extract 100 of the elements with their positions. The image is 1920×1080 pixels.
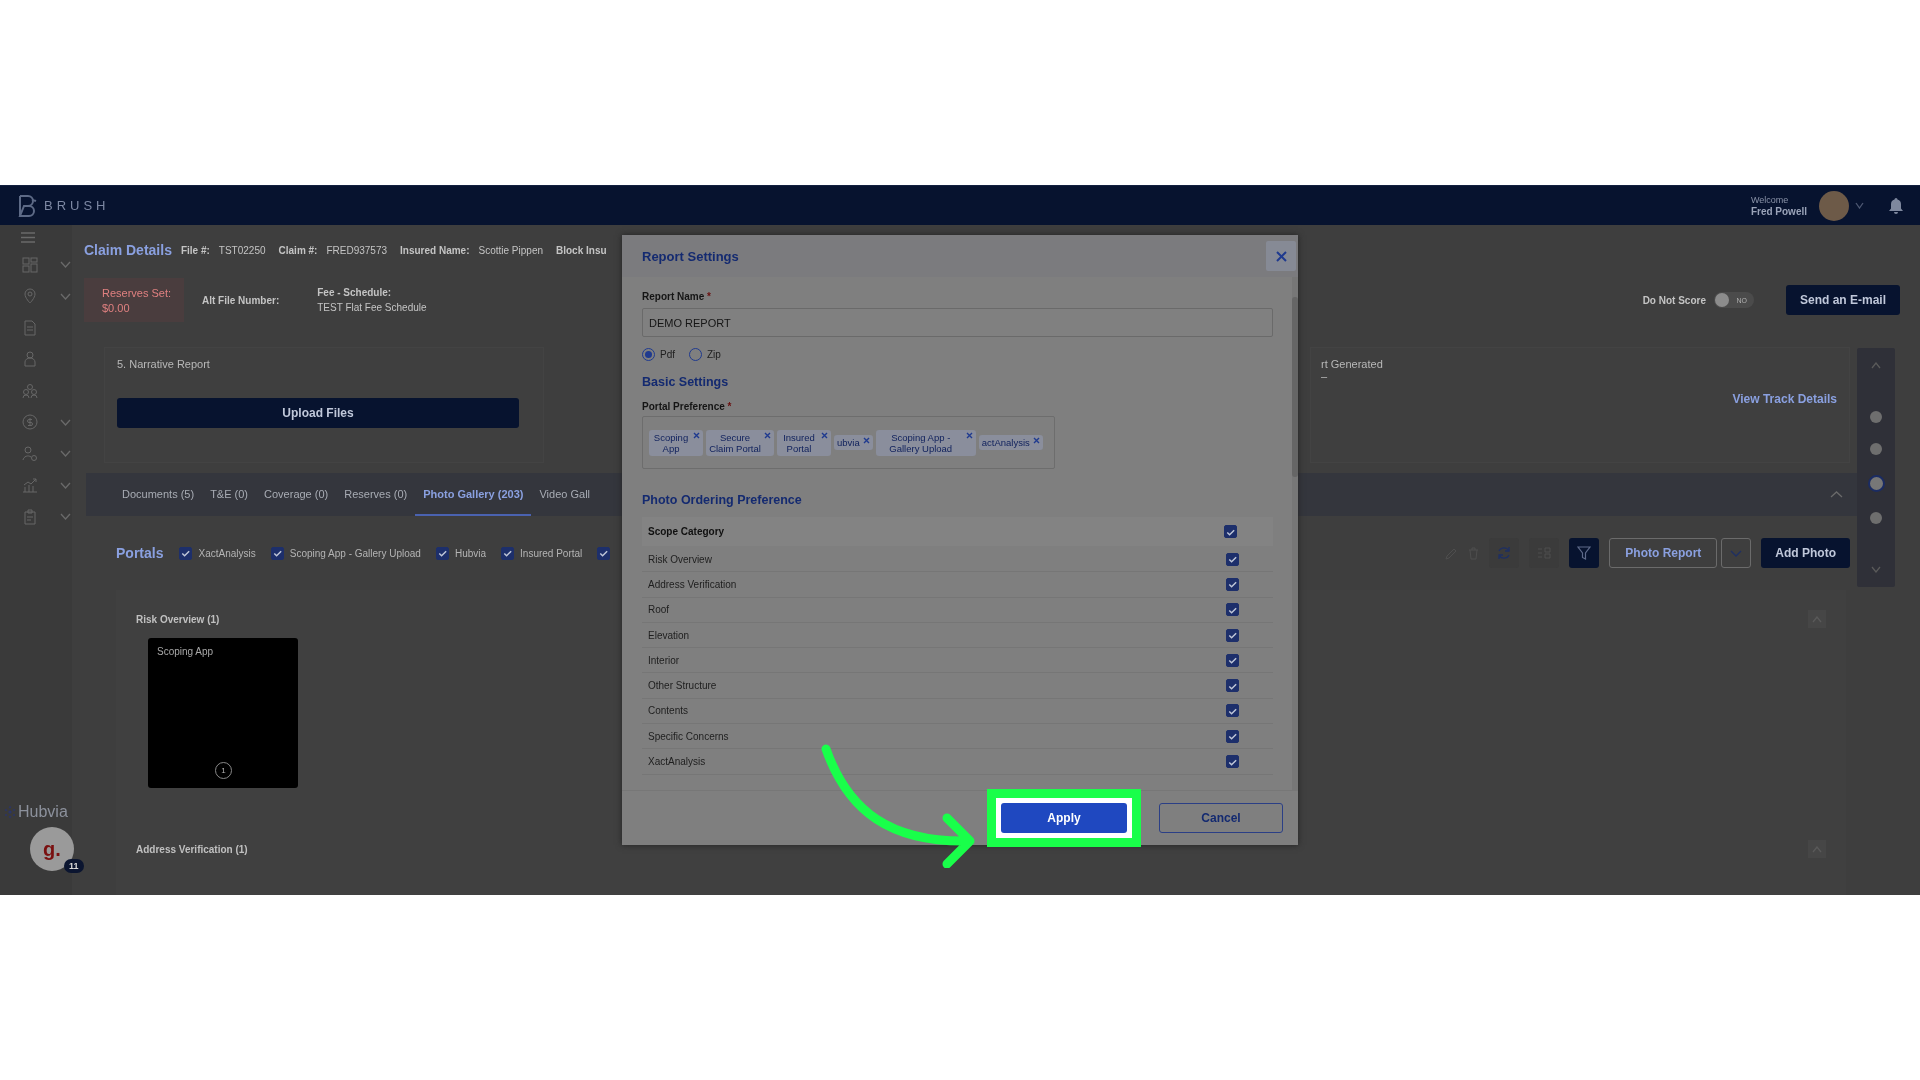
field-value: TEST Flat Fee Schedule — [317, 302, 427, 313]
user-avatar[interactable] — [1819, 190, 1849, 221]
tag: ubvia — [834, 435, 873, 450]
field-label: Block Insu — [556, 244, 607, 256]
nav-dot[interactable] — [1870, 443, 1882, 455]
document-icon[interactable] — [22, 319, 38, 336]
close-icon — [1275, 250, 1287, 262]
filter-icon — [1577, 546, 1592, 560]
add-photo-button[interactable]: Add Photo — [1761, 538, 1850, 568]
checkbox[interactable] — [1226, 577, 1239, 591]
toggle-label: Do Not Score — [1642, 294, 1706, 306]
tab[interactable]: Reserves (0) — [336, 473, 416, 516]
remove-icon[interactable] — [764, 431, 771, 439]
nav-dot[interactable] — [1870, 411, 1882, 423]
field-value: TST02250 — [218, 244, 266, 256]
list-item: XactAnalysis — [648, 756, 706, 767]
apply-button[interactable]: Apply — [1001, 803, 1127, 833]
field-label: Insured Name: — [400, 244, 470, 256]
checkbox[interactable] — [1226, 679, 1239, 693]
upload-button[interactable]: Upload Files — [117, 398, 519, 428]
checkbox[interactable] — [501, 546, 515, 560]
notification-badge: 11 — [64, 859, 84, 873]
checkbox-label: Insured Portal — [520, 547, 583, 559]
tag-field[interactable]: Scoping App Secure Claim Portal Insured Portal ubvia Scoping App - Gallery Upload actAnalysis — [642, 416, 1055, 469]
chevron-up-icon[interactable] — [1830, 491, 1843, 498]
checkbox[interactable] — [1226, 755, 1239, 768]
list-item: Interior — [648, 654, 680, 666]
scrollbar[interactable] — [1292, 277, 1298, 790]
checkbox[interactable] — [1226, 603, 1239, 617]
cancel-button[interactable]: Cancel — [1159, 803, 1283, 833]
tag: Scoping App — [649, 429, 703, 456]
tab[interactable]: Coverage (0) — [256, 473, 337, 516]
checkbox[interactable] — [435, 546, 449, 560]
tab[interactable]: Documents (5) — [114, 473, 203, 516]
dollar-icon[interactable] — [22, 414, 38, 431]
tab[interactable]: T&E (0) — [202, 473, 257, 516]
field-label: Portal Preference * — [642, 401, 733, 412]
user-settings-icon[interactable] — [22, 445, 38, 462]
chevron-down-icon[interactable] — [60, 481, 71, 489]
remove-icon[interactable] — [821, 431, 828, 439]
list-item: Elevation — [648, 629, 690, 641]
remove-icon[interactable] — [965, 431, 973, 439]
chevron-down-icon[interactable] — [60, 261, 71, 269]
remove-icon[interactable] — [862, 437, 870, 444]
radio-option[interactable]: Pdf — [642, 348, 675, 361]
filter-button[interactable] — [1569, 538, 1600, 568]
chevron-down-icon[interactable] — [1871, 566, 1881, 573]
tag: Scoping App - Gallery Upload — [875, 429, 976, 456]
bell-icon[interactable] — [1888, 197, 1904, 214]
photo-report-button[interactable]: Photo Report — [1609, 538, 1718, 568]
status-label: rt Generated — [1321, 358, 1383, 370]
field-label: Report Name * — [642, 291, 712, 302]
checkbox[interactable] — [597, 546, 611, 560]
remove-icon[interactable] — [693, 431, 700, 439]
checkbox[interactable] — [1224, 525, 1237, 538]
chevron-down-icon[interactable] — [60, 292, 71, 300]
chart-icon[interactable] — [22, 477, 38, 494]
nav-dot[interactable] — [1867, 475, 1885, 492]
clipboard-icon[interactable] — [22, 508, 38, 525]
dropdown-button[interactable] — [1721, 538, 1752, 568]
logo-icon — [18, 194, 38, 217]
checkbox[interactable] — [1226, 653, 1239, 667]
checkbox[interactable] — [1226, 552, 1239, 566]
chevron-down-icon[interactable] — [60, 418, 71, 426]
collapse-button[interactable] — [1808, 610, 1826, 628]
track-details-link[interactable]: View Track Details — [1732, 392, 1837, 406]
field-value: Scottie Pippen — [478, 244, 543, 256]
dialog-title: Report Settings — [642, 248, 739, 264]
chevron-down-icon[interactable] — [60, 513, 71, 521]
close-button[interactable] — [1266, 241, 1296, 271]
section-title: Basic Settings — [642, 375, 730, 389]
person-icon[interactable] — [22, 351, 38, 368]
checkbox-label: XactAnalysis — [198, 547, 256, 559]
chevron-up-icon[interactable] — [1871, 362, 1881, 369]
remove-icon[interactable] — [1032, 437, 1040, 444]
checkbox[interactable] — [1226, 729, 1239, 743]
tab[interactable]: Photo Gallery (203) — [415, 473, 532, 516]
chevron-down-icon[interactable] — [1855, 202, 1864, 209]
checkbox[interactable] — [1226, 628, 1239, 642]
welcome-text: Welcome — [1750, 194, 1790, 206]
checkbox[interactable] — [179, 546, 193, 560]
location-pin-icon[interactable] — [22, 288, 38, 305]
checkbox[interactable] — [270, 546, 284, 560]
input-field[interactable]: DEMO REPORT — [642, 308, 1273, 337]
people-icon[interactable] — [22, 382, 38, 399]
nav-dot[interactable] — [1870, 512, 1882, 524]
tab[interactable]: Video Gall — [531, 473, 599, 516]
collapse-button[interactable] — [1808, 840, 1826, 858]
menu-icon[interactable] — [21, 231, 35, 243]
checkbox[interactable] — [1226, 704, 1239, 718]
photo-thumbnail[interactable]: Scoping App 1 — [148, 638, 298, 788]
radio-option[interactable]: Zip — [689, 348, 721, 361]
tag: actAnalysis — [978, 435, 1043, 450]
reserves-label: Reserves Set: — [102, 286, 168, 299]
chevron-down-icon[interactable] — [60, 450, 71, 458]
email-button[interactable]: Send an E-mail — [1785, 285, 1900, 315]
status-value: – — [1321, 370, 1328, 382]
section-title: Address Verification (1) — [136, 843, 248, 855]
field-value: FRED937573 — [326, 244, 388, 256]
grid-icon[interactable] — [22, 256, 38, 273]
